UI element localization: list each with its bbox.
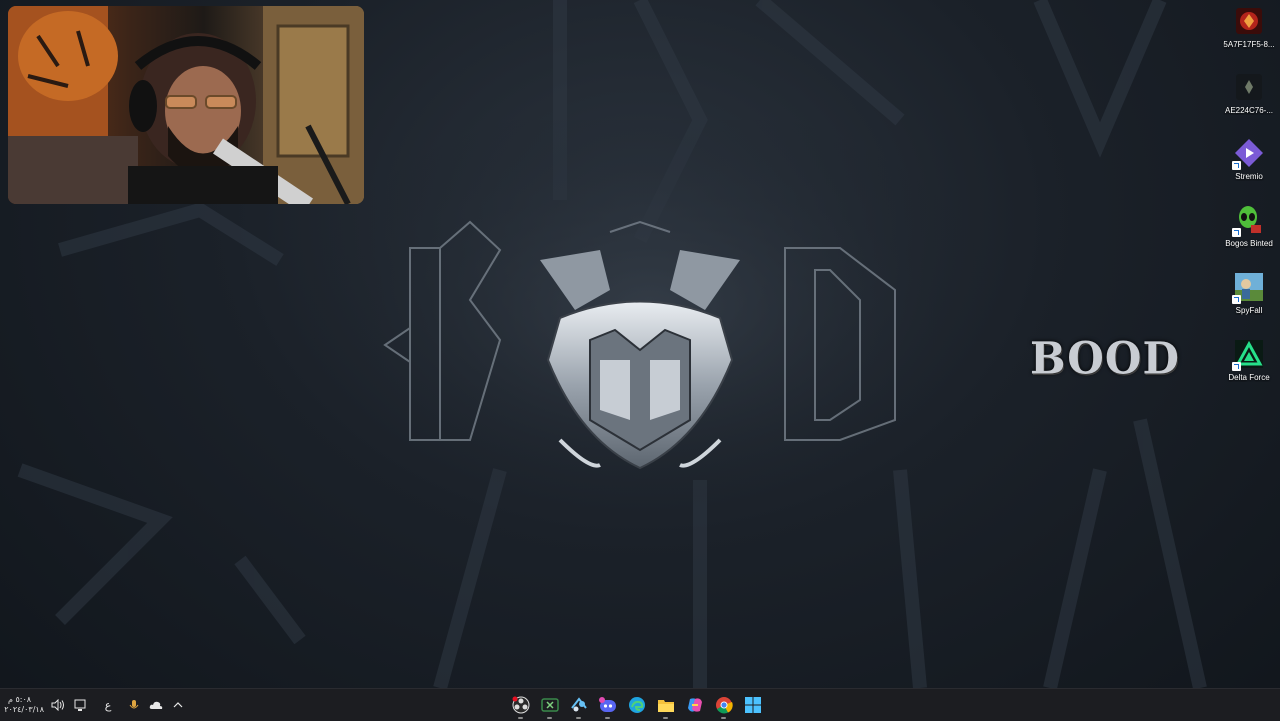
onedrive-icon[interactable] (148, 697, 164, 713)
desktop-icon-label: Bogos Binted (1225, 239, 1273, 248)
desktop-icon-label: SpyFall (1235, 306, 1263, 315)
desktop-icon-spyfall[interactable]: SpyFall (1220, 268, 1278, 330)
obs-icon[interactable] (506, 689, 535, 721)
desktop-icon-label: AE224C76-... (1224, 106, 1274, 115)
running-indicator (721, 717, 726, 719)
taskbar: ٥:٠٨ م ٢٠٢٤/٠٣/١٨ ع (0, 688, 1280, 721)
game-app-icon (1234, 72, 1264, 102)
desktop-icon-stremio[interactable]: Stremio (1220, 134, 1278, 196)
copilot-icon[interactable] (680, 689, 709, 721)
language-indicator[interactable]: ع (100, 697, 116, 713)
discord-icon[interactable] (593, 689, 622, 721)
alien-icon (1232, 205, 1264, 237)
taskbar-apps (506, 689, 767, 721)
desktop-icon-bogos-binted[interactable]: Bogos Binted (1220, 201, 1278, 263)
file-explorer-icon[interactable] (651, 689, 680, 721)
network-icon[interactable] (72, 697, 88, 713)
desktop-icon-delta-force[interactable]: Delta Force (1220, 335, 1278, 397)
edge-icon[interactable] (622, 689, 651, 721)
game-app-icon (1234, 6, 1264, 36)
shortcut-arrow-icon (1232, 161, 1241, 170)
delta-force-icon (1232, 339, 1264, 371)
steam-icon[interactable] (564, 689, 593, 721)
chrome-icon[interactable] (709, 689, 738, 721)
desktop-icon-5a7f17f5[interactable]: 5A7F17F5-8... (1220, 2, 1278, 64)
stremio-icon (1232, 138, 1264, 170)
clock-date: ٢٠٢٤/٠٣/١٨ (4, 705, 44, 714)
speaker-icon[interactable] (50, 697, 66, 713)
desktop-icon-label: Delta Force (1228, 373, 1270, 382)
bood-logo-text: BOOD (1030, 332, 1180, 385)
running-indicator (547, 717, 552, 719)
desktop-icon-ae224c76[interactable]: AE224C76-... (1220, 68, 1278, 130)
spyfall-icon (1232, 272, 1264, 304)
desktop-icon-label: Stremio (1235, 172, 1263, 181)
shortcut-arrow-icon (1232, 362, 1241, 371)
microphone-icon[interactable] (126, 697, 142, 713)
desktop-icon-label: 5A7F17F5-8... (1223, 40, 1275, 49)
running-indicator (518, 717, 523, 719)
taskbar-clock[interactable]: ٥:٠٨ م ٢٠٢٤/٠٣/١٨ (4, 695, 44, 715)
chevron-up-icon[interactable] (170, 697, 186, 713)
clock-time: ٥:٠٨ م (8, 695, 32, 704)
system-tray: ٥:٠٨ م ٢٠٢٤/٠٣/١٨ ع (4, 689, 186, 721)
shortcut-arrow-icon (1232, 295, 1241, 304)
running-indicator (605, 717, 610, 719)
xbox-icon[interactable] (535, 689, 564, 721)
webcam-feed (8, 6, 364, 204)
webcam-overlay (8, 6, 364, 204)
running-indicator (576, 717, 581, 719)
shortcut-arrow-icon (1232, 228, 1241, 237)
start-icon[interactable] (738, 689, 767, 721)
running-indicator (663, 717, 668, 719)
